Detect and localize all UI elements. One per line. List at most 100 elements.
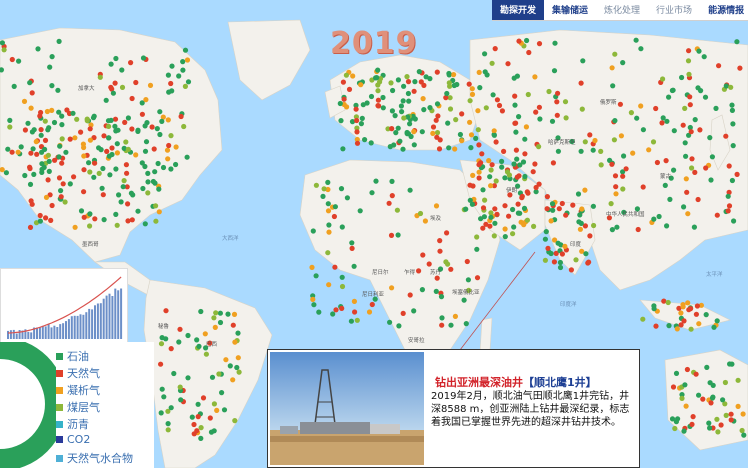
field-dot[interactable] xyxy=(533,184,539,191)
field-dot[interactable] xyxy=(325,179,331,185)
legend-condensate[interactable]: 凝析气 xyxy=(56,382,100,398)
field-dot[interactable] xyxy=(29,90,35,96)
field-dot[interactable] xyxy=(86,160,92,166)
field-dot[interactable] xyxy=(38,127,44,133)
field-dot[interactable] xyxy=(25,120,31,126)
field-dot[interactable] xyxy=(122,119,128,125)
field-dot[interactable] xyxy=(577,212,583,218)
field-dot[interactable] xyxy=(680,122,686,128)
field-dot[interactable] xyxy=(723,83,729,89)
field-dot[interactable] xyxy=(165,72,171,78)
field-dot[interactable] xyxy=(182,83,188,89)
field-dot[interactable] xyxy=(191,431,197,437)
field-dot[interactable] xyxy=(91,174,97,180)
field-dot[interactable] xyxy=(48,217,54,223)
field-dot[interactable] xyxy=(412,79,418,85)
field-dot[interactable] xyxy=(711,324,717,330)
field-dot[interactable] xyxy=(492,46,498,52)
field-dot[interactable] xyxy=(195,401,201,407)
field-dot[interactable] xyxy=(375,88,381,94)
field-dot[interactable] xyxy=(681,318,687,324)
field-dot[interactable] xyxy=(488,183,494,189)
field-dot[interactable] xyxy=(696,48,702,54)
field-dot[interactable] xyxy=(421,107,427,113)
field-dot[interactable] xyxy=(407,187,413,193)
field-dot[interactable] xyxy=(332,264,338,270)
field-dot[interactable] xyxy=(420,96,426,102)
field-dot[interactable] xyxy=(338,186,345,192)
field-dot[interactable] xyxy=(530,169,536,175)
field-dot[interactable] xyxy=(468,145,474,151)
field-dot[interactable] xyxy=(654,159,661,166)
field-dot[interactable] xyxy=(667,196,673,202)
field-dot[interactable] xyxy=(155,160,161,167)
field-dot[interactable] xyxy=(180,67,186,73)
field-dot[interactable] xyxy=(478,160,484,166)
field-dot[interactable] xyxy=(133,152,139,158)
field-dot[interactable] xyxy=(474,234,480,240)
field-dot[interactable] xyxy=(58,188,64,194)
field-dot[interactable] xyxy=(159,118,165,124)
field-dot[interactable] xyxy=(390,87,396,94)
field-dot[interactable] xyxy=(35,46,41,52)
field-dot[interactable] xyxy=(417,210,424,217)
field-dot[interactable] xyxy=(392,113,398,119)
field-dot[interactable] xyxy=(577,226,584,232)
field-dot[interactable] xyxy=(100,165,106,172)
field-dot[interactable] xyxy=(436,146,443,152)
field-dot[interactable] xyxy=(45,152,52,158)
field-dot[interactable] xyxy=(656,213,662,220)
field-dot[interactable] xyxy=(502,226,508,232)
field-dot[interactable] xyxy=(128,60,134,66)
field-dot[interactable] xyxy=(202,331,208,337)
field-dot[interactable] xyxy=(483,105,489,111)
field-dot[interactable] xyxy=(696,321,702,327)
field-dot[interactable] xyxy=(333,307,339,313)
field-dot[interactable] xyxy=(729,102,735,108)
field-dot[interactable] xyxy=(57,143,63,149)
field-dot[interactable] xyxy=(99,185,105,191)
field-dot[interactable] xyxy=(165,421,171,427)
field-dot[interactable] xyxy=(389,285,395,291)
field-dot[interactable] xyxy=(139,111,145,117)
field-dot[interactable] xyxy=(125,115,131,121)
field-dot[interactable] xyxy=(520,159,527,165)
field-dot[interactable] xyxy=(476,142,482,148)
field-dot[interactable] xyxy=(67,136,73,142)
field-dot[interactable] xyxy=(633,37,639,43)
field-dot[interactable] xyxy=(72,224,78,230)
field-dot[interactable] xyxy=(684,366,691,373)
field-dot[interactable] xyxy=(525,91,531,98)
field-dot[interactable] xyxy=(60,181,66,187)
field-dot[interactable] xyxy=(514,73,521,79)
field-dot[interactable] xyxy=(469,91,476,97)
field-dot[interactable] xyxy=(682,140,688,146)
field-dot[interactable] xyxy=(177,384,183,390)
field-dot[interactable] xyxy=(43,194,50,200)
field-dot[interactable] xyxy=(44,108,51,115)
field-dot[interactable] xyxy=(653,323,659,329)
field-dot[interactable] xyxy=(411,129,417,135)
field-dot[interactable] xyxy=(339,305,345,311)
field-dot[interactable] xyxy=(110,90,116,96)
field-dot[interactable] xyxy=(386,200,392,206)
field-dot[interactable] xyxy=(145,179,151,185)
field-dot[interactable] xyxy=(165,156,171,162)
field-dot[interactable] xyxy=(353,106,359,112)
field-dot[interactable] xyxy=(231,311,238,317)
field-dot[interactable] xyxy=(113,166,119,172)
field-dot[interactable] xyxy=(459,111,465,117)
field-dot[interactable] xyxy=(682,382,688,388)
field-dot[interactable] xyxy=(387,319,393,325)
field-dot[interactable] xyxy=(343,72,349,78)
field-dot[interactable] xyxy=(683,176,689,182)
field-dot[interactable] xyxy=(389,193,395,199)
field-dot[interactable] xyxy=(611,137,618,143)
field-dot[interactable] xyxy=(419,129,425,135)
field-dot[interactable] xyxy=(731,218,737,224)
field-dot[interactable] xyxy=(446,145,452,151)
field-dot[interactable] xyxy=(337,100,343,107)
field-dot[interactable] xyxy=(578,220,584,226)
field-dot[interactable] xyxy=(685,211,691,217)
field-dot[interactable] xyxy=(178,113,184,120)
